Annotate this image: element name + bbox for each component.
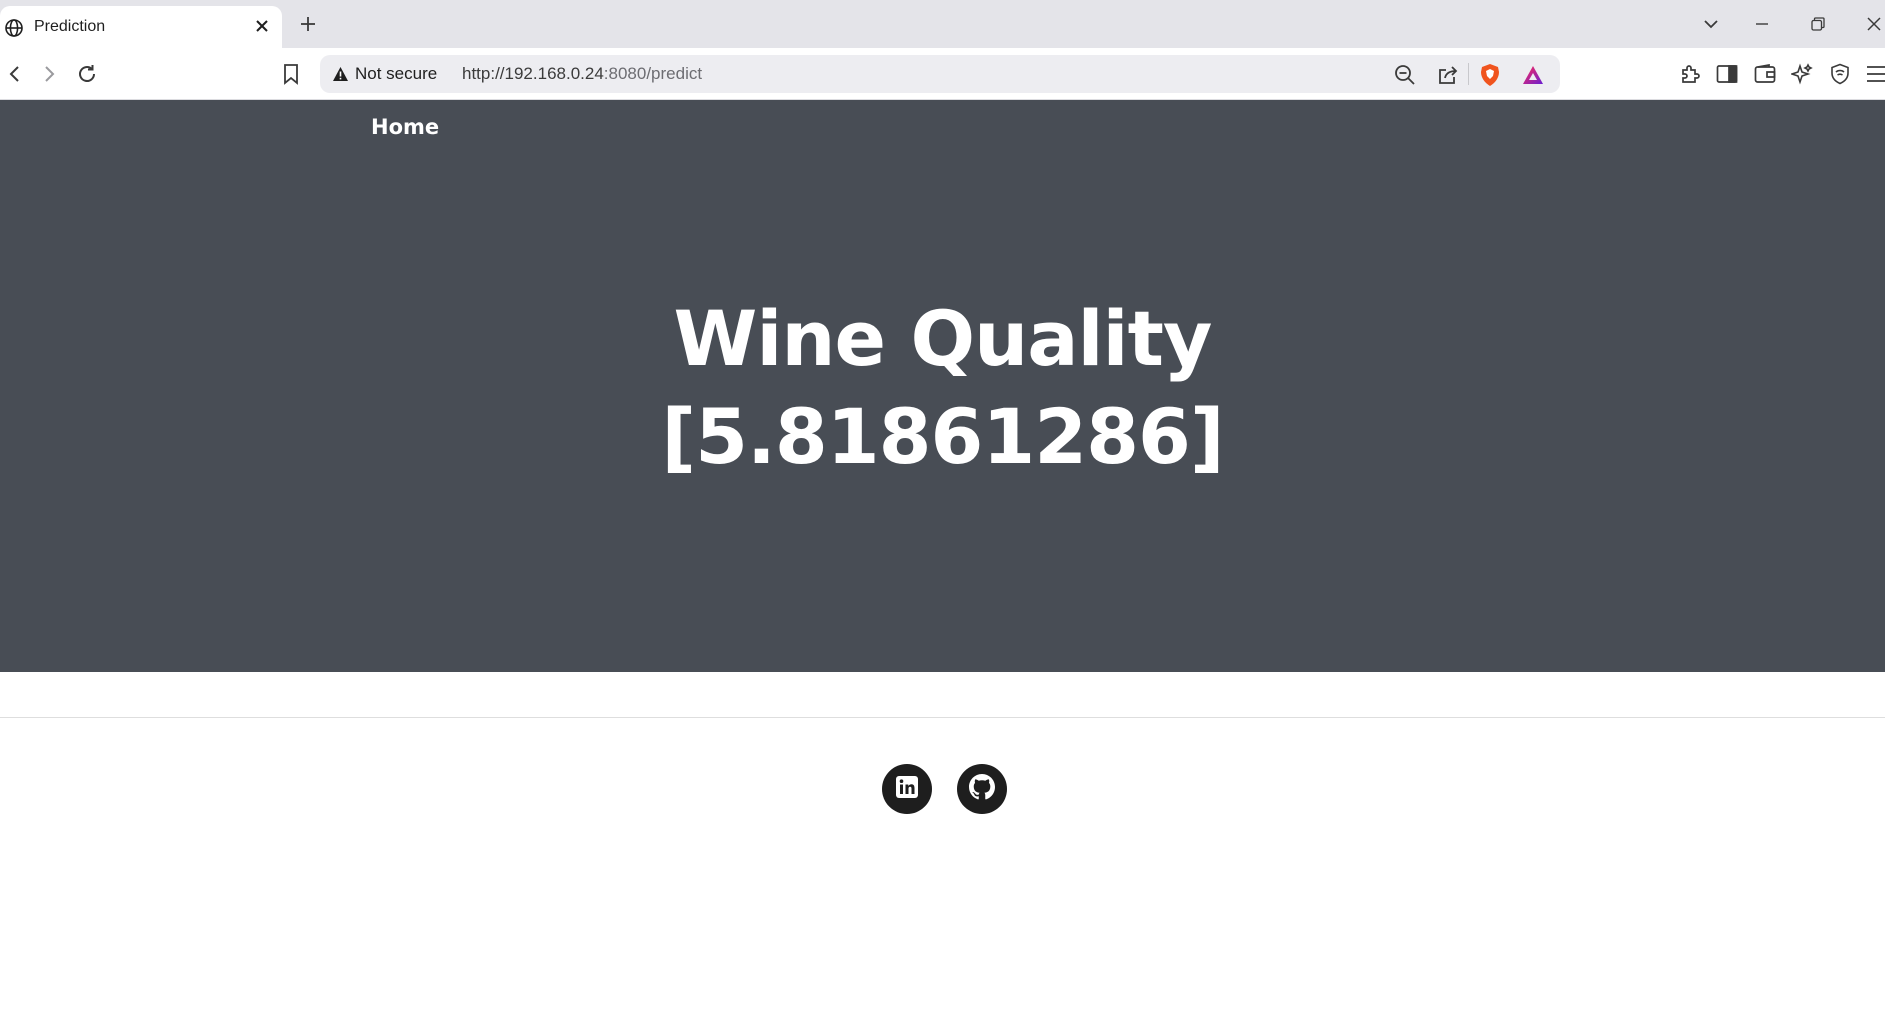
globe-icon (4, 18, 24, 38)
browser-tab-bar: Prediction (0, 0, 1885, 48)
linkedin-icon (896, 775, 918, 803)
nav-home-link[interactable]: Home (371, 115, 439, 139)
hero-banner: Home Wine Quality [5.81861286] (0, 100, 1885, 672)
extensions-puzzle-icon[interactable] (1676, 60, 1704, 88)
back-arrow-icon[interactable] (0, 60, 28, 88)
leo-ai-sparkle-icon[interactable] (1788, 60, 1816, 88)
minimize-window-button[interactable] (1748, 10, 1776, 38)
url-host: http://192.168.0.24 (462, 64, 604, 83)
share-icon[interactable] (1436, 63, 1460, 87)
new-tab-button[interactable] (296, 12, 320, 36)
omnibox-separator (1468, 63, 1469, 85)
bookmark-icon[interactable] (277, 60, 305, 88)
brave-rewards-icon[interactable] (1521, 63, 1545, 87)
footer-divider (0, 717, 1885, 718)
reload-icon[interactable] (73, 60, 101, 88)
vpn-shield-icon[interactable] (1826, 60, 1854, 88)
hero-title: Wine Quality [5.81861286] (0, 290, 1885, 486)
github-link[interactable] (957, 764, 1007, 814)
github-icon (969, 773, 995, 805)
url-path: :8080/predict (603, 64, 703, 83)
brave-shields-icon[interactable] (1478, 63, 1502, 87)
address-bar[interactable]: Not secure http://192.168.0.24:8080/pred… (320, 55, 1560, 93)
forward-arrow-icon[interactable] (36, 60, 64, 88)
wallet-icon[interactable] (1751, 60, 1779, 88)
warning-triangle-icon (332, 66, 349, 82)
close-tab-icon[interactable] (252, 16, 272, 36)
browser-tab[interactable]: Prediction (0, 6, 282, 48)
sidebar-toggle-icon[interactable] (1713, 60, 1741, 88)
close-window-button[interactable] (1860, 10, 1885, 38)
security-status[interactable]: Not secure (355, 64, 437, 84)
url-text[interactable]: http://192.168.0.24:8080/predict (462, 64, 702, 84)
browser-toolbar: Not secure http://192.168.0.24:8080/pred… (0, 48, 1885, 100)
hero-heading-text: Wine Quality (673, 294, 1213, 383)
linkedin-link[interactable] (882, 764, 932, 814)
zoom-out-icon[interactable] (1393, 63, 1417, 87)
hamburger-menu-icon[interactable] (1862, 60, 1885, 88)
prediction-value: [5.81861286] (661, 392, 1224, 481)
tab-search-chevron-icon[interactable] (1697, 10, 1725, 38)
restore-window-button[interactable] (1804, 10, 1832, 38)
tab-title: Prediction (34, 18, 106, 35)
